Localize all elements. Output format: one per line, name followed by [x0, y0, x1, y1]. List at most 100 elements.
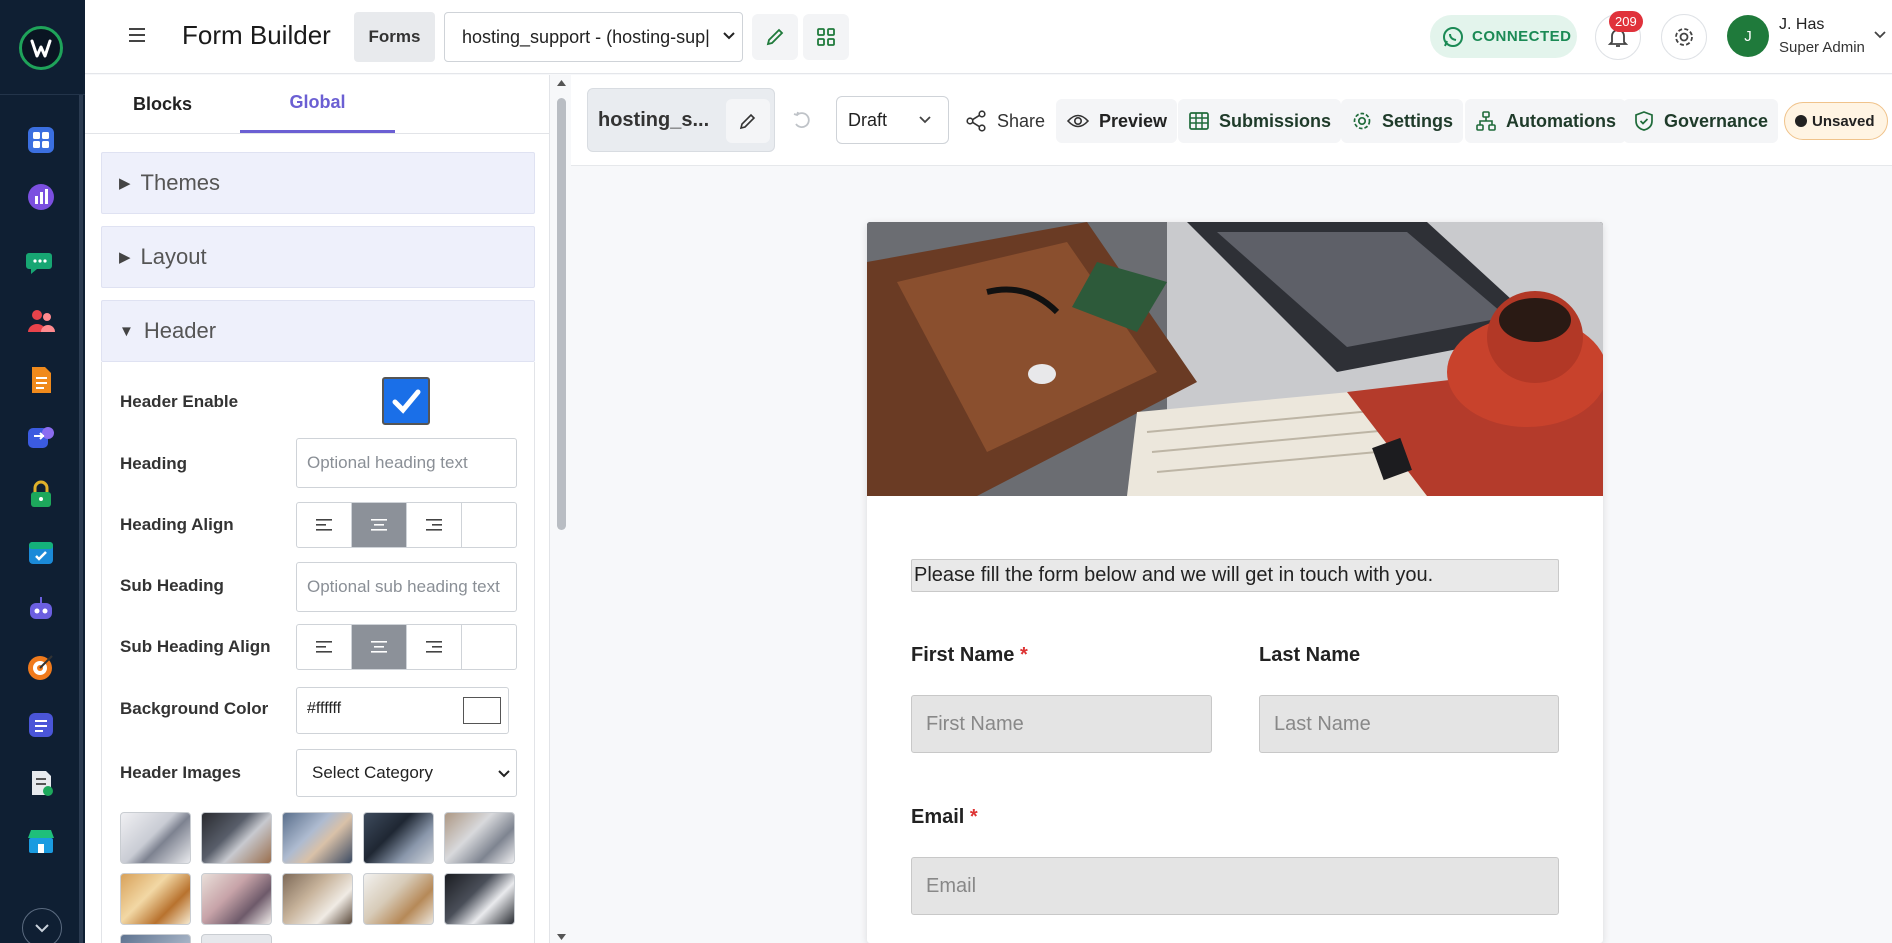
sub-heading-align-group — [296, 624, 517, 670]
form-preview-card: Please fill the form below and we will g… — [867, 222, 1603, 943]
user-name: J. Has — [1779, 16, 1825, 33]
share-label: Share — [997, 110, 1046, 131]
analytics-icon[interactable] — [26, 182, 56, 212]
header-enable-checkbox[interactable] — [382, 377, 430, 425]
form-select-value: hosting_support - (hosting-sup| — [462, 26, 710, 47]
header-image-thumbnail[interactable] — [282, 812, 353, 864]
email-label: Email * — [911, 806, 978, 829]
header-image-thumbnail[interactable] — [201, 934, 272, 943]
nav-divider — [0, 94, 85, 95]
chevron-down-icon[interactable] — [1873, 30, 1887, 40]
tab-blocks[interactable]: Blocks — [85, 75, 240, 133]
background-color-input[interactable]: #ffffff — [296, 687, 509, 734]
hamburger-menu-icon[interactable] — [129, 26, 147, 44]
share-icon — [964, 109, 988, 133]
checkmark-icon — [389, 384, 423, 418]
status-dropdown[interactable]: Draft — [836, 96, 949, 144]
header-image-thumbnail[interactable] — [363, 873, 434, 925]
align-center-icon[interactable] — [352, 625, 407, 669]
automations-button[interactable]: Automations — [1465, 99, 1626, 143]
header-image-thumbnail[interactable] — [201, 812, 272, 864]
settings-tab-button[interactable]: Settings — [1341, 99, 1464, 143]
accordion-layout-label: Layout — [140, 244, 207, 269]
governance-label: Governance — [1664, 110, 1769, 131]
document-icon[interactable] — [26, 365, 56, 395]
avatar[interactable]: J — [1727, 15, 1769, 57]
color-swatch[interactable] — [463, 697, 501, 724]
header-enable-label: Header Enable — [120, 392, 239, 411]
header-image-thumbnail[interactable] — [201, 873, 272, 925]
header-image-thumbnail[interactable] — [282, 873, 353, 925]
sub-heading-input[interactable]: Optional sub heading text — [296, 562, 517, 612]
form-name: hosting_s... — [598, 109, 710, 131]
calendar-icon[interactable] — [26, 537, 56, 567]
whatsapp-icon — [1442, 26, 1464, 48]
target-icon[interactable] — [26, 652, 56, 682]
first-name-input[interactable]: First Name — [911, 695, 1212, 753]
category-select[interactable]: Select Category — [296, 749, 517, 797]
share-button[interactable]: Share — [964, 99, 1045, 143]
rename-pencil-icon[interactable] — [726, 99, 770, 143]
header-image-thumbnail[interactable] — [444, 812, 515, 864]
align-left-icon[interactable] — [297, 503, 352, 547]
tab-divider — [85, 133, 550, 134]
user-role: Super Admin — [1779, 39, 1865, 56]
connected-badge[interactable]: CONNECTED — [1430, 15, 1577, 58]
nav-scrollbar[interactable] — [79, 95, 83, 943]
chevron-down-icon[interactable] — [22, 908, 62, 943]
chevron-down-icon — [497, 767, 511, 781]
background-color-value: #ffffff — [307, 700, 342, 717]
header-image-thumbnail[interactable] — [120, 934, 191, 943]
category-select-value: Select Category — [312, 763, 433, 782]
gear-icon — [1672, 25, 1696, 49]
align-center-icon[interactable] — [352, 503, 407, 547]
last-name-input[interactable]: Last Name — [1259, 695, 1559, 753]
unsaved-badge: Unsaved — [1784, 102, 1888, 140]
contacts-icon[interactable] — [26, 306, 56, 336]
sidebar-scrollbar[interactable] — [555, 77, 568, 943]
form-toolbar: hosting_s... Draft Share Preview Submiss… — [571, 75, 1892, 166]
edit-icon[interactable] — [752, 14, 798, 60]
form-intro-text: Please fill the form below and we will g… — [911, 559, 1559, 592]
align-right-icon[interactable] — [407, 503, 462, 547]
heading-align-label: Heading Align — [120, 515, 234, 534]
header-image-thumbnail[interactable] — [120, 873, 191, 925]
report-icon[interactable] — [26, 768, 56, 798]
accordion-themes-label: Themes — [140, 170, 221, 195]
required-asterisk: * — [1019, 644, 1028, 666]
form-select[interactable]: hosting_support - (hosting-sup| — [444, 12, 743, 62]
lock-icon[interactable] — [26, 479, 56, 509]
header-image-thumbnail[interactable] — [120, 812, 191, 864]
store-icon[interactable] — [26, 826, 56, 856]
preview-button[interactable]: Preview — [1056, 99, 1178, 143]
heading-input[interactable]: Optional heading text — [296, 438, 517, 488]
align-right-icon[interactable] — [407, 625, 462, 669]
undo-icon[interactable] — [791, 109, 813, 131]
submissions-button[interactable]: Submissions — [1178, 99, 1342, 143]
heading-label: Heading — [120, 454, 188, 473]
header-image-thumbnail[interactable] — [444, 873, 515, 925]
background-color-label: Background Color — [120, 699, 269, 718]
settings-button[interactable] — [1661, 14, 1707, 60]
bot-icon[interactable] — [26, 594, 56, 624]
app-logo[interactable] — [19, 26, 63, 70]
grid-icon[interactable] — [803, 14, 849, 60]
accordion-layout[interactable]: ▶ Layout — [101, 226, 535, 288]
switch-icon[interactable] — [26, 422, 56, 452]
forms-button[interactable]: Forms — [354, 12, 435, 62]
required-asterisk: * — [969, 806, 978, 828]
dashboard-icon[interactable] — [26, 125, 56, 155]
accordion-header[interactable]: ▼ Header — [101, 300, 535, 362]
submissions-label: Submissions — [1219, 110, 1332, 131]
email-input[interactable]: Email — [911, 857, 1559, 915]
chat-icon[interactable] — [26, 248, 56, 278]
connected-label: CONNECTED — [1472, 28, 1572, 45]
tab-global[interactable]: Global — [240, 75, 395, 133]
governance-button[interactable]: Governance — [1623, 99, 1779, 143]
header-image-thumbnail[interactable] — [363, 812, 434, 864]
forms-icon[interactable] — [26, 710, 56, 740]
top-bar: Form Builder Forms hosting_support - (ho… — [85, 0, 1892, 74]
header-image[interactable] — [867, 222, 1603, 496]
accordion-themes[interactable]: ▶ Themes — [101, 152, 535, 214]
align-left-icon[interactable] — [297, 625, 352, 669]
